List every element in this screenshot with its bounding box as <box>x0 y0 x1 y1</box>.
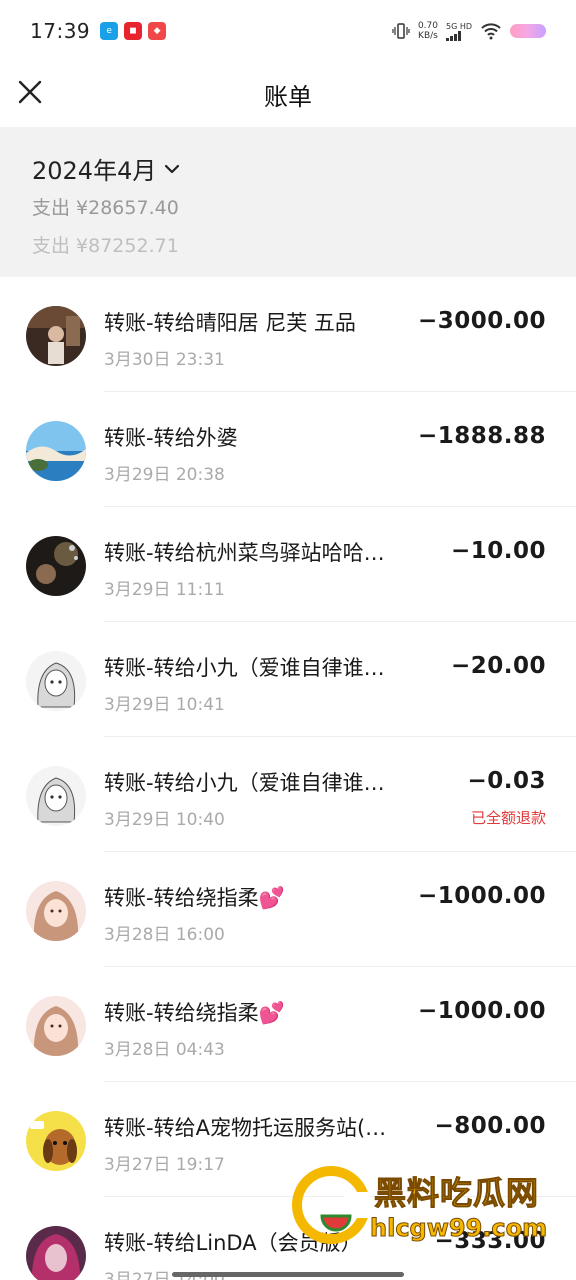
transaction-title: 转账-转给杭州菜鸟驿站哈哈… <box>104 541 385 565</box>
nav-bar: 账单 <box>0 62 576 126</box>
watermark-url: hlcgw99.com <box>369 1214 548 1243</box>
month-label: 2024年4月 <box>32 157 157 185</box>
avatar <box>26 536 86 596</box>
transaction-row[interactable]: 转账-转给小九（爱谁自律谁… 3月29日 10:41 −20.00 <box>0 622 576 737</box>
transaction-row[interactable]: 转账-转给杭州菜鸟驿站哈哈… 3月29日 11:11 −10.00 <box>0 507 576 622</box>
transaction-time: 3月29日 20:38 <box>104 465 225 485</box>
month-expense: 支出 ¥28657.40 <box>32 197 179 219</box>
transaction-amount: −10.00 <box>450 538 546 564</box>
home-indicator[interactable] <box>172 1272 404 1277</box>
transaction-row[interactable]: 转账-转给绕指柔💕 3月28日 16:00 −1000.00 <box>0 852 576 967</box>
battery-icon <box>510 24 546 38</box>
status-bar: 17:39 e ◼ ◆ 0.70 KB/s 5G HD <box>0 0 576 62</box>
transaction-title: 转账-转给小九（爱谁自律谁… <box>104 771 385 795</box>
wifi-icon <box>481 23 501 40</box>
avatar <box>26 1111 86 1171</box>
transaction-time: 3月30日 23:31 <box>104 350 225 370</box>
net-speed-unit: KB/s <box>418 31 438 41</box>
transaction-amount: −1000.00 <box>417 998 546 1024</box>
transaction-amount: −20.00 <box>450 653 546 679</box>
chevron-down-icon <box>165 164 180 173</box>
transaction-time: 3月28日 16:00 <box>104 925 225 945</box>
status-indicators: 0.70 KB/s 5G HD <box>392 21 546 41</box>
watermark-text: 黑料吃瓜网 <box>373 1174 540 1213</box>
avatar <box>26 766 86 826</box>
transaction-amount: −3000.00 <box>417 308 546 334</box>
transaction-time: 3月29日 10:41 <box>104 695 225 715</box>
transaction-title: 转账-转给晴阳居 尼芙 五品 <box>104 311 356 335</box>
transaction-title: 转账-转给绕指柔💕 <box>104 886 285 910</box>
transaction-title: 转账-转给绕指柔💕 <box>104 1001 285 1025</box>
transaction-list: 转账-转给晴阳居 尼芙 五品 3月30日 23:31 −3000.00 转账-转… <box>0 277 576 1280</box>
net-speed: 0.70 KB/s <box>418 21 438 41</box>
month-summary: 2024年4月 支出 ¥28657.40 支出 ¥87252.71 <box>0 127 576 277</box>
close-icon[interactable] <box>16 78 44 106</box>
transaction-row[interactable]: 转账-转给绕指柔💕 3月28日 04:43 −1000.00 <box>0 967 576 1082</box>
transaction-amount: −0.03 <box>467 768 546 794</box>
transaction-amount: −800.00 <box>434 1113 546 1139</box>
avatar <box>26 651 86 711</box>
watermark-logo-icon <box>292 1166 370 1244</box>
net-speed-value: 0.70 <box>417 21 438 31</box>
transaction-row[interactable]: 转账-转给小九（爱谁自律谁… 3月29日 10:40 −0.03 已全额退款 <box>0 737 576 852</box>
transaction-amount: −1888.88 <box>417 423 546 449</box>
transaction-title: 转账-转给小九（爱谁自律谁… <box>104 656 385 680</box>
avatar <box>26 421 86 481</box>
transaction-time: 3月29日 10:40 <box>104 810 225 830</box>
signal-label: 5G HD <box>445 21 472 31</box>
transaction-row[interactable]: 转账-转给晴阳居 尼芙 五品 3月30日 23:31 −3000.00 <box>0 277 576 392</box>
page-title: 账单 <box>264 82 312 111</box>
transaction-amount: −1000.00 <box>417 883 546 909</box>
refund-status: 已全额退款 <box>470 809 546 827</box>
vibrate-icon <box>392 23 410 39</box>
app-notification-icon: ◆ <box>148 22 167 40</box>
app-notification-icon: ◼ <box>124 22 143 40</box>
transaction-time: 3月29日 11:11 <box>104 580 225 600</box>
avatar <box>26 996 86 1056</box>
transaction-title: 转账-转给外婆 <box>104 426 238 450</box>
app-notification-icon: e <box>100 22 119 40</box>
status-app-icons: e ◼ ◆ <box>100 22 167 40</box>
transaction-row[interactable]: 转账-转给外婆 3月29日 20:38 −1888.88 <box>0 392 576 507</box>
cell-signal-icon: 5G HD <box>445 21 472 41</box>
avatar <box>26 881 86 941</box>
avatar <box>26 1226 86 1280</box>
avatar <box>26 306 86 366</box>
month-selector[interactable]: 2024年4月 <box>32 151 180 186</box>
watermark: 黑料吃瓜网 hlcgw99.com <box>292 1166 576 1246</box>
transaction-time: 3月28日 04:43 <box>104 1040 225 1060</box>
transaction-time: 3月27日 19:17 <box>104 1155 225 1175</box>
status-time: 17:39 <box>30 19 91 43</box>
month-expense-ghost: 支出 ¥87252.71 <box>32 235 179 257</box>
transaction-title: 转账-转给A宠物托运服务站(… <box>104 1116 387 1140</box>
